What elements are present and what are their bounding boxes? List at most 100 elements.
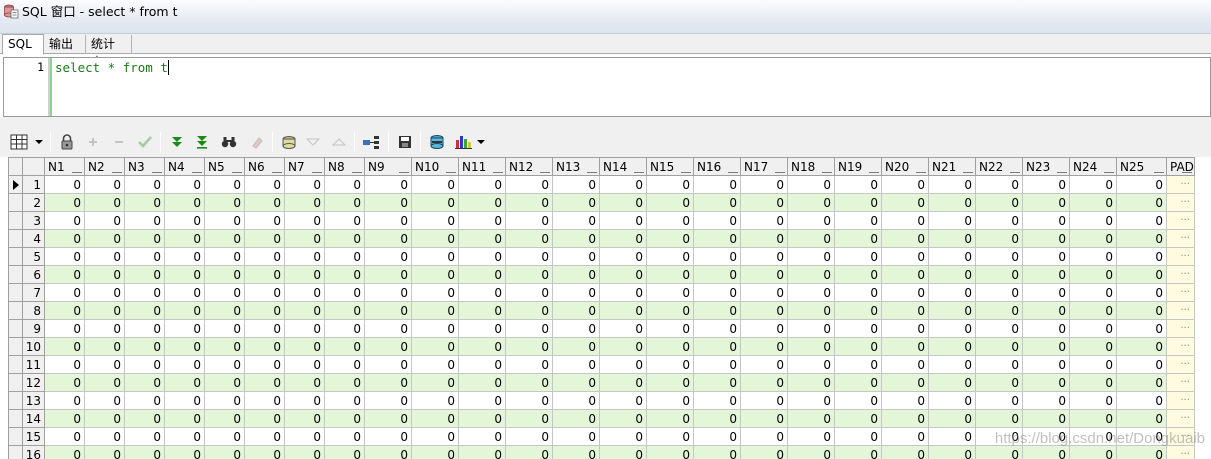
grid-cell[interactable]: 0 <box>411 211 459 230</box>
grid-cell[interactable]: 0 <box>505 373 553 392</box>
grid-cell[interactable]: 0 <box>552 265 600 284</box>
grid-cell[interactable]: 0 <box>458 211 506 230</box>
grid-cell[interactable]: 0 <box>324 265 365 284</box>
grid-cell[interactable]: 0 <box>740 247 788 266</box>
grid-cell[interactable]: 0 <box>244 319 285 338</box>
grid-cell[interactable]: 0 <box>975 301 1023 320</box>
grid-cell[interactable]: 0 <box>1116 175 1167 194</box>
grid-cell[interactable]: 0 <box>1069 319 1117 338</box>
fetch-next-page-icon[interactable] <box>166 132 188 152</box>
grid-cell[interactable]: 0 <box>740 355 788 374</box>
grid-cell[interactable]: 0 <box>1069 193 1117 212</box>
grid-cell[interactable]: 0 <box>164 175 205 194</box>
grid-cell[interactable]: 0 <box>928 337 976 356</box>
export-icon[interactable] <box>360 132 382 152</box>
result-grid[interactable]: N1 N2 N3 N4 N5 N6 N7 N8 N9 N10 N11 N12 N13 N14 N15 N16 N… <box>8 157 1211 459</box>
grid-cell[interactable]: 0 <box>1069 211 1117 230</box>
column-header-n5[interactable]: N5 <box>204 157 245 176</box>
grid-cell[interactable]: 0 <box>84 355 125 374</box>
grid-cell[interactable]: 0 <box>204 445 245 459</box>
grid-cell[interactable]: 0 <box>458 373 506 392</box>
grid-cell[interactable]: 0 <box>244 355 285 374</box>
grid-cell[interactable]: 0 <box>164 427 205 446</box>
row-number[interactable]: 6 <box>22 265 45 284</box>
grid-cell[interactable]: 0 <box>552 283 600 302</box>
grid-cell[interactable]: 0 <box>84 373 125 392</box>
grid-cell[interactable]: 0 <box>881 283 929 302</box>
grid-cell[interactable]: 0 <box>787 355 835 374</box>
grid-cell[interactable]: 0 <box>244 211 285 230</box>
grid-cell[interactable]: 0 <box>646 337 694 356</box>
editor-grid-splitter[interactable] <box>0 117 1211 127</box>
grid-cell[interactable]: 0 <box>124 265 165 284</box>
grid-cell[interactable]: 0 <box>881 391 929 410</box>
grid-cell[interactable]: 0 <box>44 229 85 248</box>
grid-cell[interactable]: 0 <box>881 409 929 428</box>
grid-cell[interactable]: 0 <box>693 391 741 410</box>
grid-cell[interactable]: 0 <box>1069 391 1117 410</box>
grid-cell[interactable]: 0 <box>1022 337 1070 356</box>
grid-cell[interactable]: 0 <box>505 319 553 338</box>
column-header-n20[interactable]: N20 <box>881 157 929 176</box>
grid-cell[interactable]: 0 <box>740 427 788 446</box>
table-row[interactable]: 4 0 0 0 0 0 0 0 0 0 0 0 0 0 0 0 0 0 0 0 0 0 0 0 0 0 ··· <box>8 229 1195 248</box>
grid-cell[interactable]: 0 <box>834 283 882 302</box>
grid-cell[interactable]: 0 <box>1022 175 1070 194</box>
dropdown-arrow-icon[interactable] <box>32 132 46 152</box>
column-header-n16[interactable]: N16 <box>693 157 741 176</box>
grid-cell[interactable]: 0 <box>244 229 285 248</box>
grid-cell[interactable]: 0 <box>693 283 741 302</box>
grid-cell[interactable]: 0 <box>324 211 365 230</box>
row-number[interactable]: 7 <box>22 283 45 302</box>
column-sort-button[interactable] <box>152 172 162 173</box>
grid-corner[interactable] <box>22 157 45 176</box>
grid-cell[interactable]: 0 <box>458 229 506 248</box>
grid-cell[interactable]: 0 <box>646 211 694 230</box>
grid-cell[interactable]: 0 <box>1116 211 1167 230</box>
grid-cell[interactable]: 0 <box>204 229 245 248</box>
table-row[interactable]: 15 0 0 0 0 0 0 0 0 0 0 0 0 0 0 0 0 0 0 0 0 0 0 0 0 0 ··· <box>8 427 1195 446</box>
grid-cell[interactable]: 0 <box>458 193 506 212</box>
query-by-example-icon[interactable] <box>278 132 300 152</box>
grid-cell[interactable]: 0 <box>505 427 553 446</box>
grid-cell[interactable]: 0 <box>975 337 1023 356</box>
grid-cell[interactable]: 0 <box>1069 175 1117 194</box>
grid-cell[interactable]: 0 <box>1069 247 1117 266</box>
grid-cell[interactable]: 0 <box>881 373 929 392</box>
grid-cell[interactable]: 0 <box>324 355 365 374</box>
row-number[interactable]: 11 <box>22 355 45 374</box>
grid-cell[interactable]: 0 <box>1069 355 1117 374</box>
grid-cell[interactable]: 0 <box>44 373 85 392</box>
grid-cell[interactable]: 0 <box>975 229 1023 248</box>
grid-cell[interactable]: 0 <box>1116 301 1167 320</box>
column-header-n6[interactable]: N6 <box>244 157 285 176</box>
grid-cell[interactable]: 0 <box>646 265 694 284</box>
grid-cell[interactable]: 0 <box>204 355 245 374</box>
grid-cell[interactable]: 0 <box>975 391 1023 410</box>
column-sort-button[interactable] <box>446 172 456 173</box>
grid-cell[interactable]: 0 <box>693 193 741 212</box>
grid-cell[interactable]: 0 <box>505 175 553 194</box>
grid-cell[interactable]: 0 <box>411 445 459 459</box>
grid-cell[interactable]: 0 <box>1022 319 1070 338</box>
grid-cell[interactable]: 0 <box>1116 229 1167 248</box>
grid-cell[interactable]: 0 <box>458 265 506 284</box>
grid-cell[interactable]: 0 <box>44 355 85 374</box>
grid-cell[interactable]: 0 <box>204 409 245 428</box>
grid-cell[interactable]: 0 <box>124 175 165 194</box>
grid-cell[interactable]: 0 <box>411 319 459 338</box>
grid-cell[interactable]: 0 <box>244 391 285 410</box>
grid-cell[interactable]: 0 <box>244 445 285 459</box>
grid-cell[interactable]: 0 <box>834 373 882 392</box>
grid-cell[interactable]: 0 <box>552 391 600 410</box>
grid-cell[interactable]: 0 <box>552 175 600 194</box>
table-row[interactable]: 8 0 0 0 0 0 0 0 0 0 0 0 0 0 0 0 0 0 0 0 0 0 0 0 0 0 ··· <box>8 301 1195 320</box>
column-sort-button[interactable] <box>634 172 644 173</box>
table-row[interactable]: 12 0 0 0 0 0 0 0 0 0 0 0 0 0 0 0 0 0 0 0 0 0 0 0 0 0 ··· <box>8 373 1195 392</box>
grid-cell[interactable]: 0 <box>834 445 882 459</box>
grid-cell[interactable]: 0 <box>834 409 882 428</box>
grid-cell[interactable]: 0 <box>928 301 976 320</box>
grid-cell[interactable]: 0 <box>787 229 835 248</box>
row-indicator[interactable] <box>8 427 23 446</box>
column-sort-button[interactable] <box>112 172 122 173</box>
